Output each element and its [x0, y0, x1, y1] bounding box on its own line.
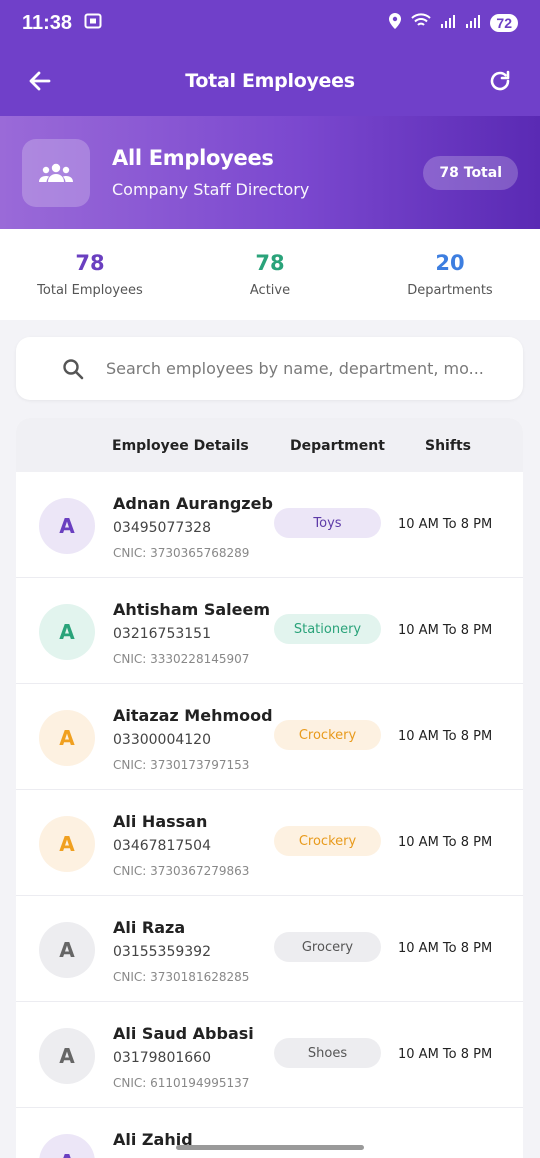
avatar: A — [39, 1028, 95, 1084]
employee-cnic: CNIC: 3730173797153 — [113, 758, 250, 772]
search-bar[interactable] — [16, 337, 523, 400]
column-header-department: Department — [290, 438, 385, 454]
table-row[interactable]: A Adnan Aurangzeb 03495077328 CNIC: 3730… — [16, 472, 523, 578]
table-header: Employee Details Department Shifts — [16, 418, 523, 472]
department-badge: Crockery — [274, 826, 381, 856]
stat-label: Active — [249, 283, 291, 298]
employee-cnic: CNIC: 3730365768289 — [113, 546, 250, 560]
status-bar: 11:38 72 — [0, 0, 540, 46]
signal-icon — [440, 13, 456, 34]
avatar: A — [39, 498, 95, 554]
employee-name: Ali Saud Abbasi — [113, 1024, 254, 1043]
hero-subtitle: Company Staff Directory — [112, 180, 310, 199]
table-row[interactable]: A Ali Zahid — [16, 1108, 523, 1158]
shift-time: 10 AM To 8 PM — [398, 729, 493, 744]
avatar: A — [39, 1134, 95, 1158]
department-badge: Toys — [274, 508, 381, 538]
employee-name: Ali Hassan — [113, 812, 208, 831]
wifi-icon — [411, 12, 432, 34]
group-icon — [22, 138, 90, 207]
screenshot-icon — [84, 12, 102, 35]
app-bar: Total Employees — [0, 46, 540, 116]
department-badge: Crockery — [274, 720, 381, 750]
search-icon — [60, 356, 86, 382]
avatar: A — [39, 922, 95, 978]
employee-phone: 03155359392 — [113, 944, 211, 960]
signal-icon-2 — [465, 13, 481, 34]
table-row[interactable]: A Ali Raza 03155359392 CNIC: 37301816282… — [16, 896, 523, 1002]
avatar: A — [39, 604, 95, 660]
shift-time: 10 AM To 8 PM — [398, 517, 493, 532]
employee-cnic: CNIC: 6110194995137 — [113, 1076, 250, 1090]
employee-name: Ali Raza — [113, 918, 186, 937]
employee-cnic: CNIC: 3730181628285 — [113, 970, 250, 984]
employee-name: Adnan Aurangzeb — [113, 494, 273, 513]
stat-label: Total Employees — [37, 283, 143, 298]
battery-indicator: 72 — [490, 14, 518, 32]
shift-time: 10 AM To 8 PM — [398, 835, 493, 850]
stat-value: 78 — [255, 251, 285, 275]
stat-value: 20 — [435, 251, 465, 275]
employee-name: Aitazaz Mehmood — [113, 706, 273, 725]
stat-value: 78 — [75, 251, 105, 275]
table-row[interactable]: A Ali Saud Abbasi 03179801660 CNIC: 6110… — [16, 1002, 523, 1108]
table-row[interactable]: A Aitazaz Mehmood 03300004120 CNIC: 3730… — [16, 684, 523, 790]
table-row[interactable]: A Ali Hassan 03467817504 CNIC: 373036727… — [16, 790, 523, 896]
employee-name: Ahtisham Saleem — [113, 600, 271, 619]
department-badge: Stationery — [274, 614, 381, 644]
employee-phone: 03216753151 — [113, 626, 211, 642]
shift-time: 10 AM To 8 PM — [398, 1047, 493, 1062]
stat-active: 78 Active — [180, 229, 360, 320]
department-badge: Shoes — [274, 1038, 381, 1068]
hero-banner: All Employees Company Staff Directory 78… — [0, 116, 540, 229]
total-badge: 78 Total — [423, 155, 518, 190]
stats-summary: 78 Total Employees 78 Active 20 Departme… — [0, 229, 540, 320]
employee-cnic: CNIC: 3330228145907 — [113, 652, 250, 666]
shift-time: 10 AM To 8 PM — [398, 941, 493, 956]
table-row[interactable]: A Ahtisham Saleem 03216753151 CNIC: 3330… — [16, 578, 523, 684]
column-header-details: Employee Details — [112, 438, 249, 454]
search-input[interactable] — [106, 359, 505, 378]
employee-phone: 03495077328 — [113, 520, 211, 536]
hero-title: All Employees — [112, 146, 274, 170]
shift-time: 10 AM To 8 PM — [398, 623, 493, 638]
employee-table: Employee Details Department Shifts A Adn… — [16, 418, 523, 1158]
refresh-icon[interactable] — [486, 67, 514, 95]
status-time: 11:38 — [22, 11, 73, 34]
page-title: Total Employees — [185, 70, 355, 92]
avatar: A — [39, 816, 95, 872]
employee-cnic: CNIC: 3730367279863 — [113, 864, 250, 878]
employee-phone: 03467817504 — [113, 838, 211, 854]
location-icon — [388, 12, 402, 35]
stat-departments: 20 Departments — [360, 229, 540, 320]
column-header-shifts: Shifts — [425, 438, 471, 454]
home-indicator[interactable] — [176, 1145, 364, 1150]
avatar: A — [39, 710, 95, 766]
stat-label: Departments — [407, 283, 493, 298]
back-arrow-icon[interactable] — [26, 67, 54, 95]
department-badge: Grocery — [274, 932, 381, 962]
stat-total-employees: 78 Total Employees — [0, 229, 180, 320]
employee-phone: 03179801660 — [113, 1050, 211, 1066]
employee-phone: 03300004120 — [113, 732, 211, 748]
